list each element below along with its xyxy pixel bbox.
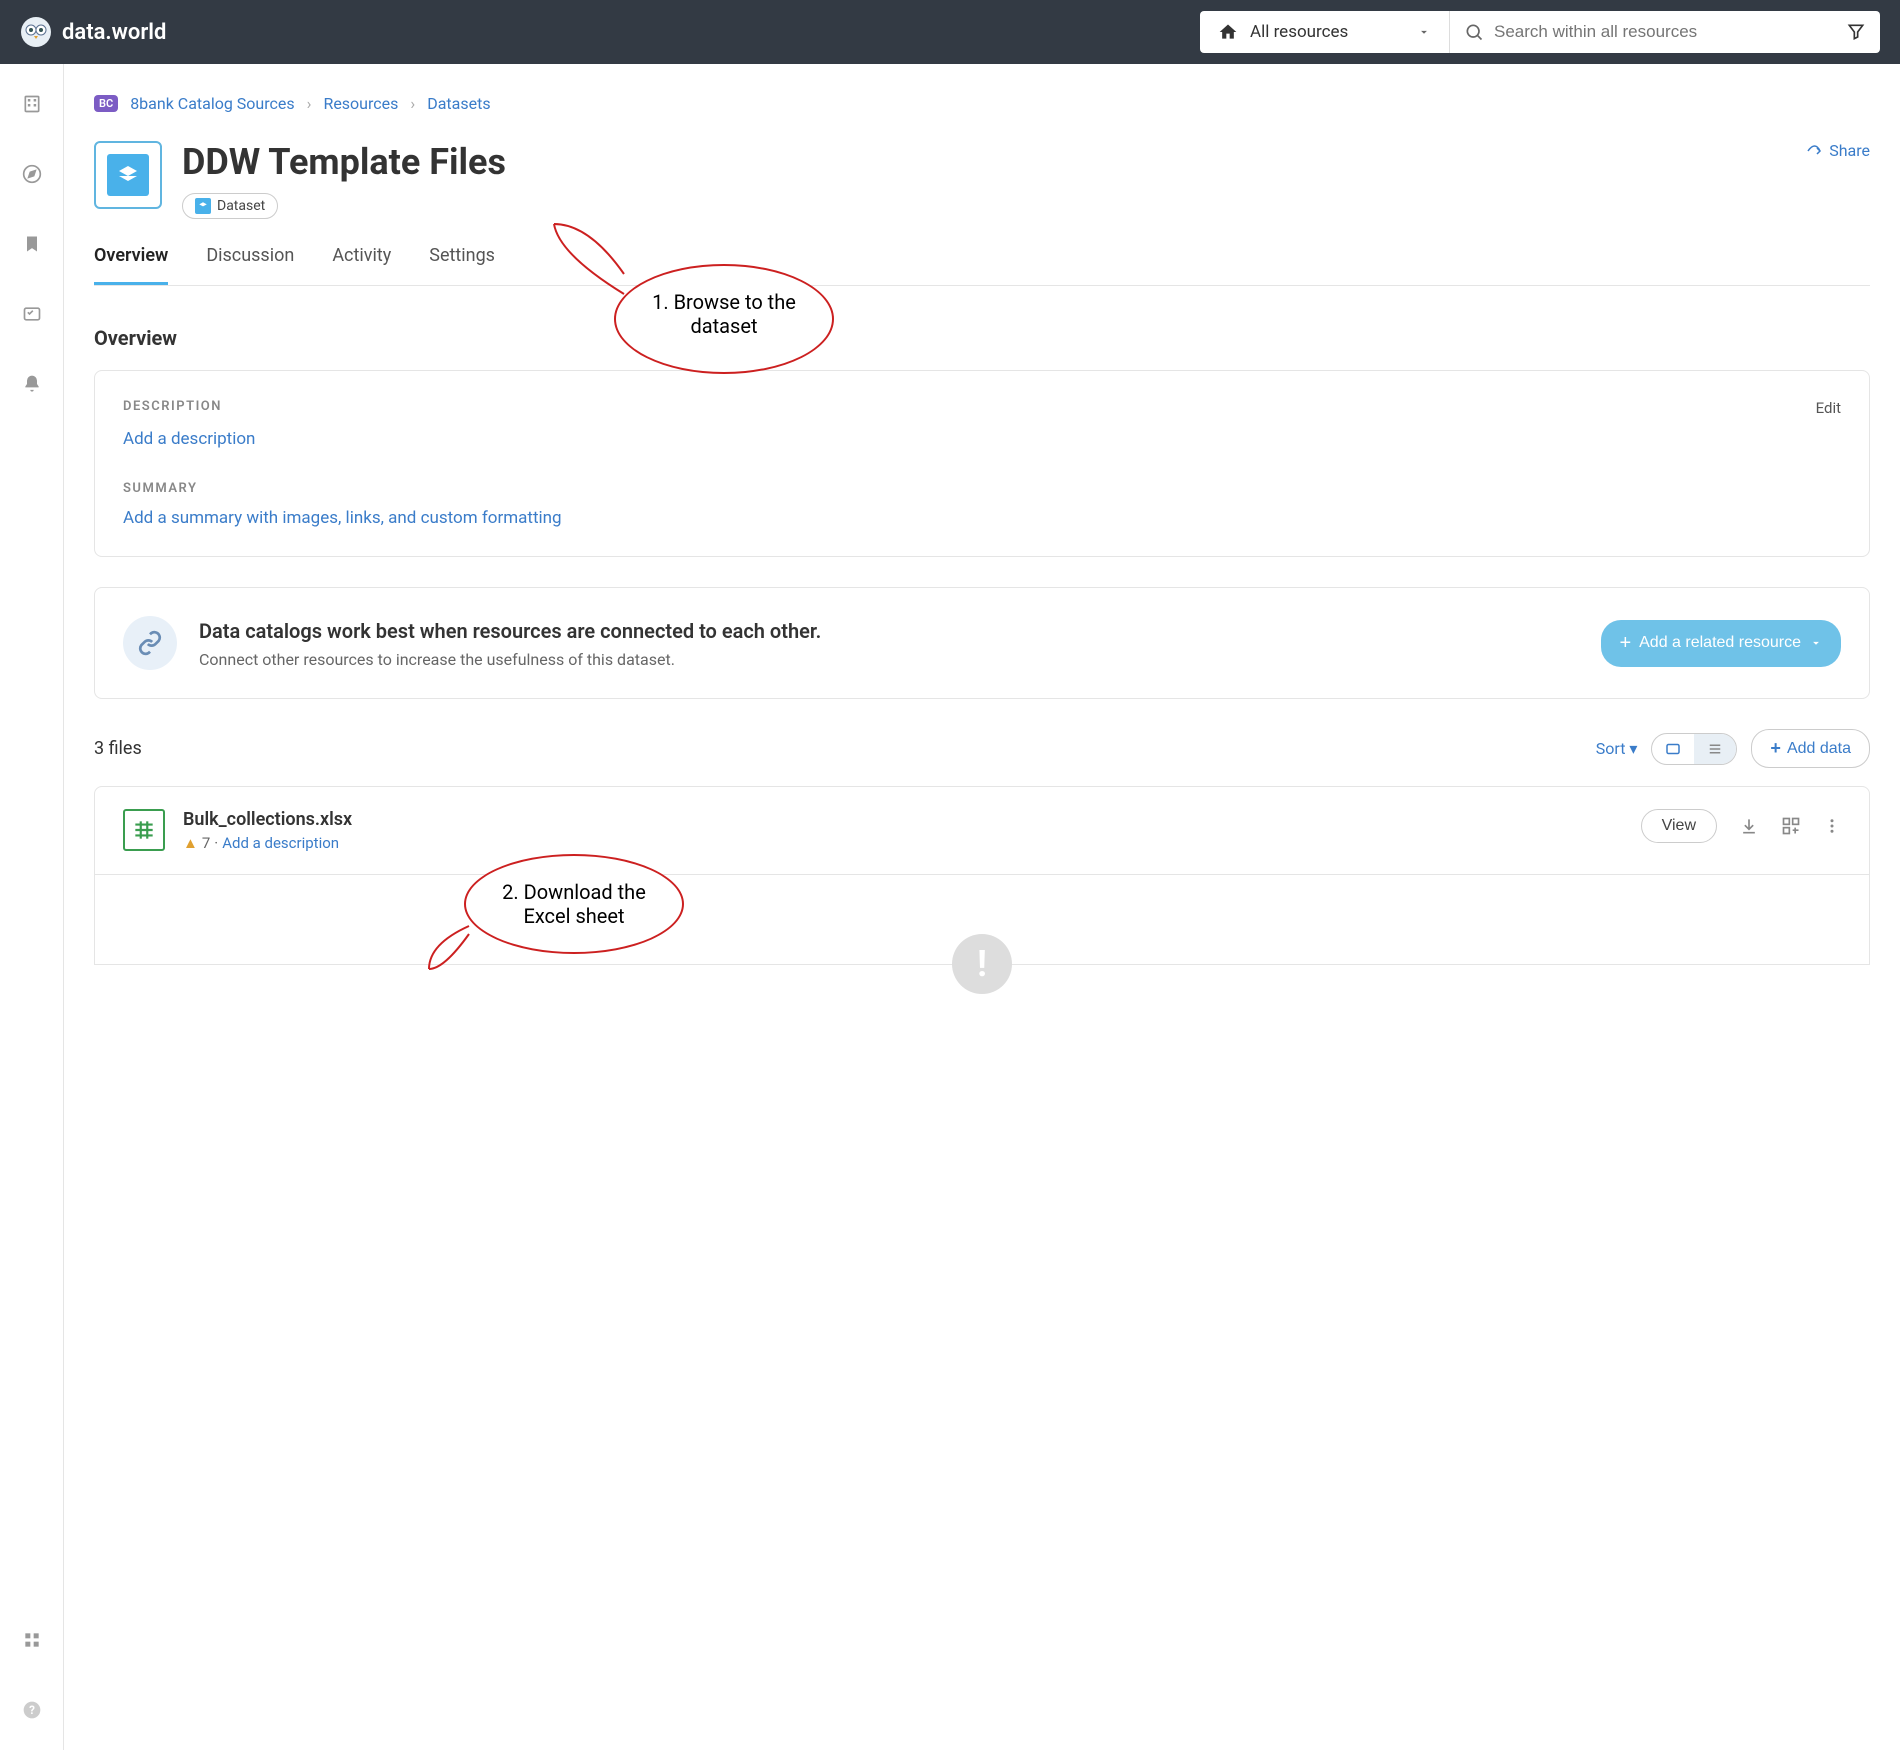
layers-icon [195, 198, 211, 214]
bookmark-icon[interactable] [22, 234, 42, 254]
file-row[interactable]: Bulk_collections.xlsx ▲ 7 · Add a descri… [94, 786, 1870, 875]
download-icon[interactable] [1739, 816, 1759, 836]
view-toggle [1651, 733, 1737, 765]
chevron-right-icon: › [410, 94, 415, 113]
breadcrumb: BC 8bank Catalog Sources › Resources › D… [94, 94, 1870, 113]
spreadsheet-icon [123, 809, 165, 851]
tab-overview[interactable]: Overview [94, 235, 168, 285]
resource-selector-label: All resources [1250, 22, 1348, 42]
related-title: Data catalogs work best when resources a… [199, 618, 1579, 644]
annotation-1: 1. Browse to the dataset [614, 264, 834, 374]
org-icon[interactable] [22, 94, 42, 114]
summary-label: SUMMARY [123, 481, 1841, 496]
card-view-button[interactable] [1652, 734, 1694, 764]
add-data-button[interactable]: + Add data [1751, 729, 1870, 768]
search-box[interactable] [1450, 11, 1880, 53]
add-file-description[interactable]: Add a description [222, 834, 339, 852]
breadcrumb-item-1[interactable]: 8bank Catalog Sources [130, 94, 294, 113]
chevron-right-icon: › [307, 94, 312, 113]
page-title: DDW Template Files [182, 141, 1785, 183]
related-resources-card: Data catalogs work best when resources a… [94, 587, 1870, 699]
type-badge-label: Dataset [217, 198, 265, 214]
resource-selector[interactable]: All resources [1200, 11, 1450, 53]
related-subtitle: Connect other resources to increase the … [199, 650, 1579, 669]
more-icon[interactable] [1823, 817, 1841, 835]
org-badge: BC [94, 95, 118, 112]
share-icon [1805, 142, 1823, 160]
file-name: Bulk_collections.xlsx [183, 809, 1623, 830]
caret-down-icon: ▾ [1629, 739, 1637, 758]
add-summary-link[interactable]: Add a summary with images, links, and cu… [123, 508, 562, 528]
tab-discussion[interactable]: Discussion [206, 235, 294, 285]
warning-icon: ▲ [183, 834, 198, 852]
bell-icon[interactable] [22, 374, 42, 394]
edit-description[interactable]: Edit [1816, 399, 1841, 417]
list-view-button[interactable] [1694, 734, 1736, 764]
owl-icon [20, 16, 52, 48]
add-related-resource-button[interactable]: + Add a related resource [1601, 620, 1841, 667]
filter-icon[interactable] [1846, 22, 1866, 42]
description-card: DESCRIPTION Edit Add a description SUMMA… [94, 370, 1870, 557]
tab-settings[interactable]: Settings [429, 235, 495, 285]
file-preview-placeholder: ! [94, 875, 1870, 965]
sort-dropdown[interactable]: Sort ▾ [1596, 739, 1638, 758]
info-icon: ! [952, 934, 1012, 994]
annotation-2: 2. Download the Excel sheet [464, 854, 684, 954]
chevron-down-icon [1417, 25, 1431, 39]
home-icon [1218, 22, 1238, 42]
plus-icon: + [1619, 632, 1631, 655]
add-column-icon[interactable] [1781, 816, 1801, 836]
tabs: Overview Discussion Activity Settings [94, 235, 1870, 286]
type-badge[interactable]: Dataset [182, 193, 278, 219]
explore-icon[interactable] [22, 164, 42, 184]
files-count: 3 files [94, 738, 142, 759]
add-description-link[interactable]: Add a description [123, 429, 255, 449]
help-icon[interactable]: ? [22, 1700, 42, 1720]
tab-activity[interactable]: Activity [332, 235, 391, 285]
breadcrumb-item-3[interactable]: Datasets [427, 94, 490, 113]
view-file-button[interactable]: View [1641, 809, 1717, 843]
dataset-icon [94, 141, 162, 209]
breadcrumb-item-2[interactable]: Resources [323, 94, 398, 113]
share-button[interactable]: Share [1805, 141, 1870, 160]
brand-name: data.world [62, 20, 166, 45]
plus-icon: + [1770, 738, 1781, 759]
brand-logo[interactable]: data.world [20, 16, 166, 48]
search-icon [1464, 22, 1484, 42]
add-related-label: Add a related resource [1639, 634, 1801, 652]
svg-text:?: ? [29, 1703, 35, 1717]
checklist-icon[interactable] [22, 304, 42, 324]
add-data-label: Add data [1787, 740, 1851, 758]
link-icon [123, 616, 177, 670]
description-label: DESCRIPTION [123, 399, 222, 417]
side-nav: ? [0, 64, 64, 1750]
apps-icon[interactable] [22, 1630, 42, 1650]
overview-heading: Overview [94, 326, 1870, 350]
share-label: Share [1829, 141, 1870, 160]
chevron-down-icon [1809, 636, 1823, 650]
search-input[interactable] [1494, 22, 1826, 42]
warning-count: 7 [202, 834, 210, 852]
